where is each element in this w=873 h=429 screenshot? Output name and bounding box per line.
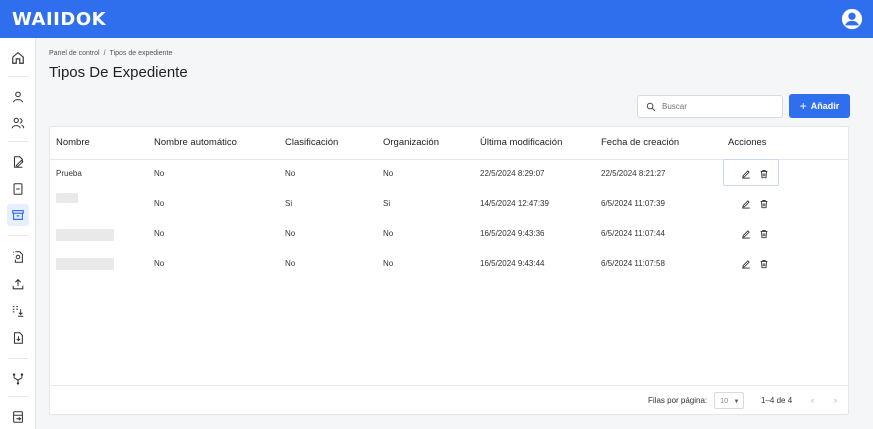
- top-bar: WAIIDOK: [0, 0, 873, 38]
- document-signature-icon: [13, 156, 24, 168]
- column-header-clasificacion[interactable]: Clasificación: [285, 127, 338, 159]
- user-icon: [13, 91, 23, 103]
- sidebar-item-file-search[interactable]: [7, 246, 29, 268]
- cell-clasificacion: No: [285, 169, 296, 178]
- redacted-name: [56, 229, 114, 241]
- rows-per-page-value: 10: [720, 396, 729, 405]
- breadcrumb-current: Tipos de expediente: [109, 50, 173, 57]
- archive-icon: [12, 210, 24, 220]
- cell-modificacion: 16/5/2024 9:43:44: [480, 259, 545, 268]
- sidebar-item-upload[interactable]: [7, 273, 29, 295]
- sidebar-item-workflow[interactable]: [7, 368, 29, 390]
- app-logo[interactable]: WAIIDOK: [12, 9, 106, 30]
- sidebar-item-user[interactable]: [7, 86, 29, 108]
- file-icon: [13, 183, 23, 195]
- sidebar-item-document[interactable]: [7, 178, 29, 200]
- main-content: Panel de control / Tipos de expediente Tip…: [37, 38, 873, 429]
- cell-modificacion: 16/5/2024 9:43:36: [480, 229, 545, 238]
- column-header-organizacion[interactable]: Organización: [383, 127, 439, 159]
- search-icon: [646, 102, 656, 111]
- column-header-nombre-automatico[interactable]: Nombre automático: [154, 127, 237, 159]
- sidebar-item-logout[interactable]: [7, 406, 29, 428]
- breadcrumb: Panel de control / Tipos de expediente: [49, 50, 172, 57]
- cell-nombre: Prueba: [56, 169, 82, 178]
- upload-icon: [12, 278, 24, 290]
- cell-creacion: 22/5/2024 8:21:27: [601, 169, 666, 178]
- column-header-ultima-modificacion[interactable]: Última modificación: [480, 127, 562, 159]
- cell-creacion: 6/5/2024 11:07:58: [601, 259, 665, 268]
- home-icon: [12, 52, 24, 64]
- table-row[interactable]: No No No 16/5/2024 9:43:44 6/5/2024 11:0…: [50, 249, 848, 279]
- sidebar: [0, 38, 36, 429]
- table-pagination: Filas por página: 10 ▼ 1–4 de 4 ‹ ›: [50, 386, 848, 416]
- add-button-label: Añadir: [810, 101, 840, 111]
- edit-icon[interactable]: [741, 229, 751, 239]
- cell-modificacion: 22/5/2024 8:29:07: [480, 169, 545, 178]
- add-button[interactable]: + Añadir: [789, 94, 850, 118]
- pagination-range: 1–4 de 4: [761, 396, 793, 405]
- search-box[interactable]: [637, 95, 783, 118]
- cell-organizacion: No: [383, 169, 394, 178]
- column-header-acciones: Acciones: [728, 137, 767, 148]
- delete-icon[interactable]: [759, 229, 769, 239]
- sidebar-item-archive[interactable]: [7, 204, 29, 226]
- cell-automatico: No: [154, 229, 165, 238]
- cell-organizacion: No: [383, 259, 394, 268]
- edit-icon[interactable]: [741, 259, 751, 269]
- sidebar-item-list-download[interactable]: [7, 300, 29, 322]
- cell-organizacion: No: [383, 229, 394, 238]
- delete-icon[interactable]: [759, 199, 769, 209]
- delete-icon[interactable]: [759, 259, 769, 269]
- rows-per-page-label: Filas por página:: [648, 396, 708, 405]
- cell-organizacion: Si: [383, 199, 391, 208]
- cell-creacion: 6/5/2024 11:07:39: [601, 199, 665, 208]
- cell-automatico: No: [154, 199, 165, 208]
- redacted-name: [56, 193, 78, 203]
- logout-icon: [13, 411, 23, 423]
- cell-automatico: No: [154, 259, 165, 268]
- list-download-icon: [12, 306, 24, 317]
- column-header-fecha-creacion[interactable]: Fecha de creación: [601, 127, 679, 159]
- cell-clasificacion: Si: [285, 199, 293, 208]
- cell-creacion: 6/5/2024 11:07:44: [601, 229, 665, 238]
- file-search-icon: [13, 251, 23, 263]
- table-row[interactable]: Prueba No No No 22/5/2024 8:29:07 22/5/2…: [50, 159, 848, 189]
- expediente-types-table: Nombre Nombre automático Clasificación O…: [49, 126, 849, 415]
- sidebar-item-home[interactable]: [7, 47, 29, 69]
- next-page-icon[interactable]: ›: [834, 395, 837, 405]
- redacted-name: [56, 258, 114, 270]
- previous-page-icon[interactable]: ‹: [811, 395, 814, 405]
- cell-automatico: No: [154, 169, 165, 178]
- sidebar-item-signature[interactable]: [7, 151, 29, 173]
- edit-icon[interactable]: [741, 169, 751, 179]
- rows-per-page-select[interactable]: 10 ▼: [714, 392, 744, 409]
- file-export-icon: [13, 332, 23, 344]
- user-account-icon[interactable]: [841, 8, 863, 30]
- workflow-icon: [12, 373, 24, 385]
- cell-clasificacion: No: [285, 259, 296, 268]
- edit-icon[interactable]: [741, 199, 751, 209]
- plus-icon: +: [799, 99, 807, 113]
- caret-down-icon: ▼: [733, 399, 740, 405]
- table-row[interactable]: No Si Si 14/5/2024 12:47:39 6/5/2024 11:…: [50, 189, 848, 219]
- sidebar-item-users[interactable]: [7, 112, 29, 134]
- delete-icon[interactable]: [759, 169, 769, 179]
- column-header-nombre[interactable]: Nombre: [56, 127, 90, 159]
- cell-clasificacion: No: [285, 229, 296, 238]
- cell-modificacion: 14/5/2024 12:47:39: [480, 199, 549, 208]
- table-row[interactable]: No No No 16/5/2024 9:43:36 6/5/2024 11:0…: [50, 219, 848, 249]
- search-input[interactable]: [662, 102, 772, 111]
- page-title: Tipos De Expediente: [49, 64, 188, 81]
- sidebar-item-file-export[interactable]: [7, 327, 29, 349]
- breadcrumb-separator: /: [103, 50, 106, 57]
- users-icon: [11, 117, 25, 129]
- breadcrumb-home[interactable]: Panel de control: [49, 50, 100, 57]
